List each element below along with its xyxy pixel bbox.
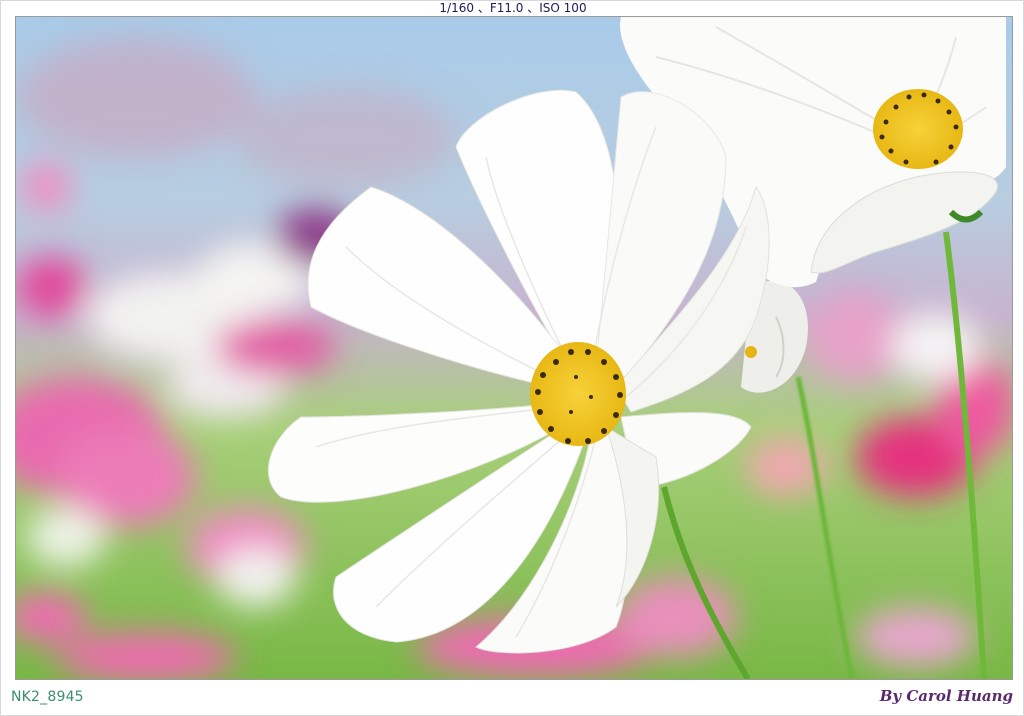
photographer-signature: By Carol Huang [879, 687, 1013, 705]
exif-caption: 1/160 、F11.0 、ISO 100 [439, 1, 587, 15]
cosmos-photo [15, 16, 1013, 680]
file-id-label: NK2_8945 [11, 689, 84, 705]
flower-illustration [16, 17, 1012, 679]
photo-frame: 1/160 、F11.0 、ISO 100 NK2_8945 By Carol … [0, 0, 1024, 716]
